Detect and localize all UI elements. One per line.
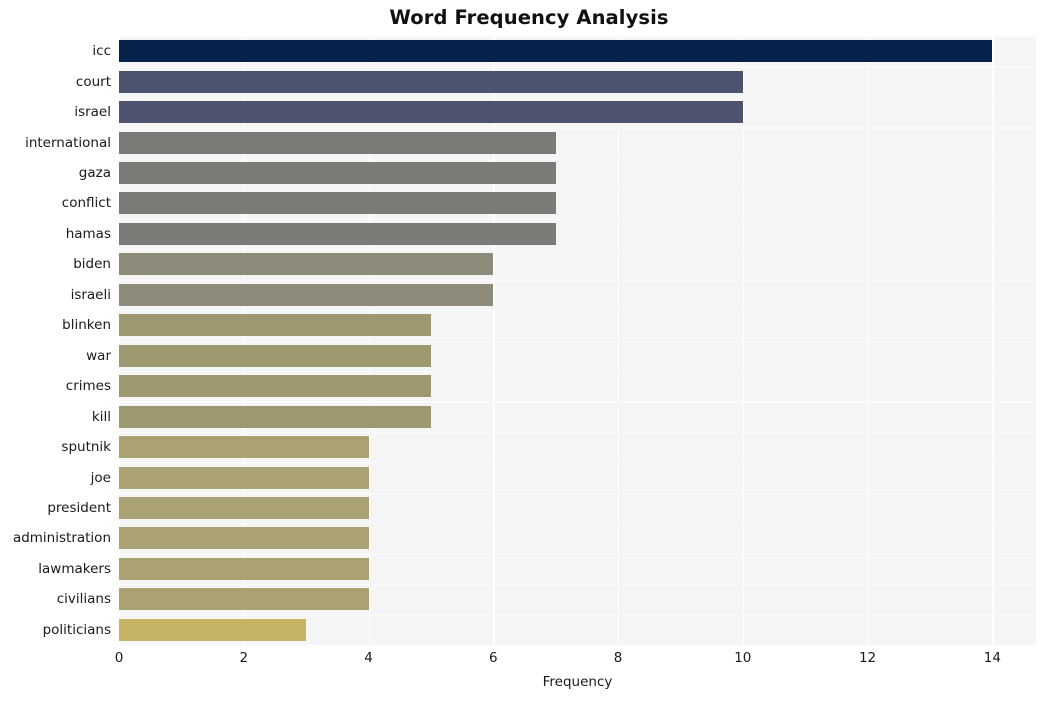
y-axis-tick-label: war [86,347,111,364]
bar [119,131,556,154]
bar [119,496,369,519]
y-axis-tick-label: crimes [65,378,111,395]
gridline-horizontal [119,188,1036,190]
bar [119,375,431,398]
gridline-horizontal [119,66,1036,68]
bar [119,527,369,550]
bar [119,557,369,580]
bar [119,192,556,215]
page-title: Word Frequency Analysis [389,6,669,29]
y-axis-tick-label: politicians [42,621,111,638]
bar [119,588,369,611]
bar [119,314,431,337]
x-axis-tick-label: 2 [239,650,249,666]
gridline-horizontal [119,370,1036,373]
bar [119,253,494,276]
gridline-horizontal [119,614,1036,616]
gridline-horizontal [119,462,1036,464]
x-axis-tick-label: 14 [983,650,1001,666]
y-axis-tick-label: court [75,73,111,90]
y-axis-tick-label: conflict [61,195,111,212]
y-axis-tick-label: administration [12,530,111,547]
gridline-horizontal [119,584,1036,586]
y-axis-tick-label: international [25,134,111,151]
y-axis-tick-label: president [47,499,111,516]
y-axis-tick-label: sputnik [61,439,111,456]
x-axis-tick-label: 0 [114,650,124,666]
bar [119,436,369,459]
bar [119,344,431,367]
bar [119,222,556,245]
bar [119,70,743,93]
y-axis-tick-label: lawmakers [38,560,111,577]
y-axis-tick-label: blinken [62,317,111,334]
y-axis-tick-label: biden [73,256,111,273]
x-axis-tick-label: 6 [488,650,498,666]
y-axis-tick-label: israel [74,104,111,121]
x-axis-label: Frequency [542,674,613,690]
x-axis-tick-label: 10 [734,650,752,666]
y-axis-tick-label: gaza [78,165,111,182]
bar [119,162,556,185]
y-axis-tick-label: hamas [65,225,111,242]
bar [119,40,993,63]
bar [119,405,431,428]
y-axis-tick-label: kill [91,408,111,425]
gridline-horizontal [119,279,1036,281]
gridline-horizontal [119,553,1036,555]
x-axis-tick-label: 12 [858,650,877,666]
gridline-horizontal [119,249,1036,251]
gridline-horizontal [119,310,1036,312]
gridline-horizontal [119,36,1036,38]
gridline-horizontal [119,127,1036,129]
x-axis-tick-label: 8 [613,650,623,666]
bar [119,101,743,124]
gridline-horizontal [119,431,1036,434]
bar [119,283,494,306]
y-axis-tick-label: icc [92,43,111,60]
y-axis-tick-label: joe [90,469,111,486]
y-axis-tick-label: israeli [70,286,111,303]
bar [119,466,369,489]
gridline-horizontal [119,340,1036,342]
bar [119,618,307,641]
gridline-horizontal [119,523,1036,525]
y-axis-tick-label: civilians [56,591,111,608]
plot-area [119,36,1036,645]
gridline-horizontal [119,157,1036,159]
gridline-horizontal [119,401,1036,403]
gridline-horizontal [119,218,1036,220]
gridline-horizontal [119,492,1036,494]
word-frequency-chart: Word Frequency Analysis icc court israel in… [0,0,1058,701]
gridline-horizontal [119,96,1036,99]
x-axis-tick-label: 4 [364,650,373,666]
